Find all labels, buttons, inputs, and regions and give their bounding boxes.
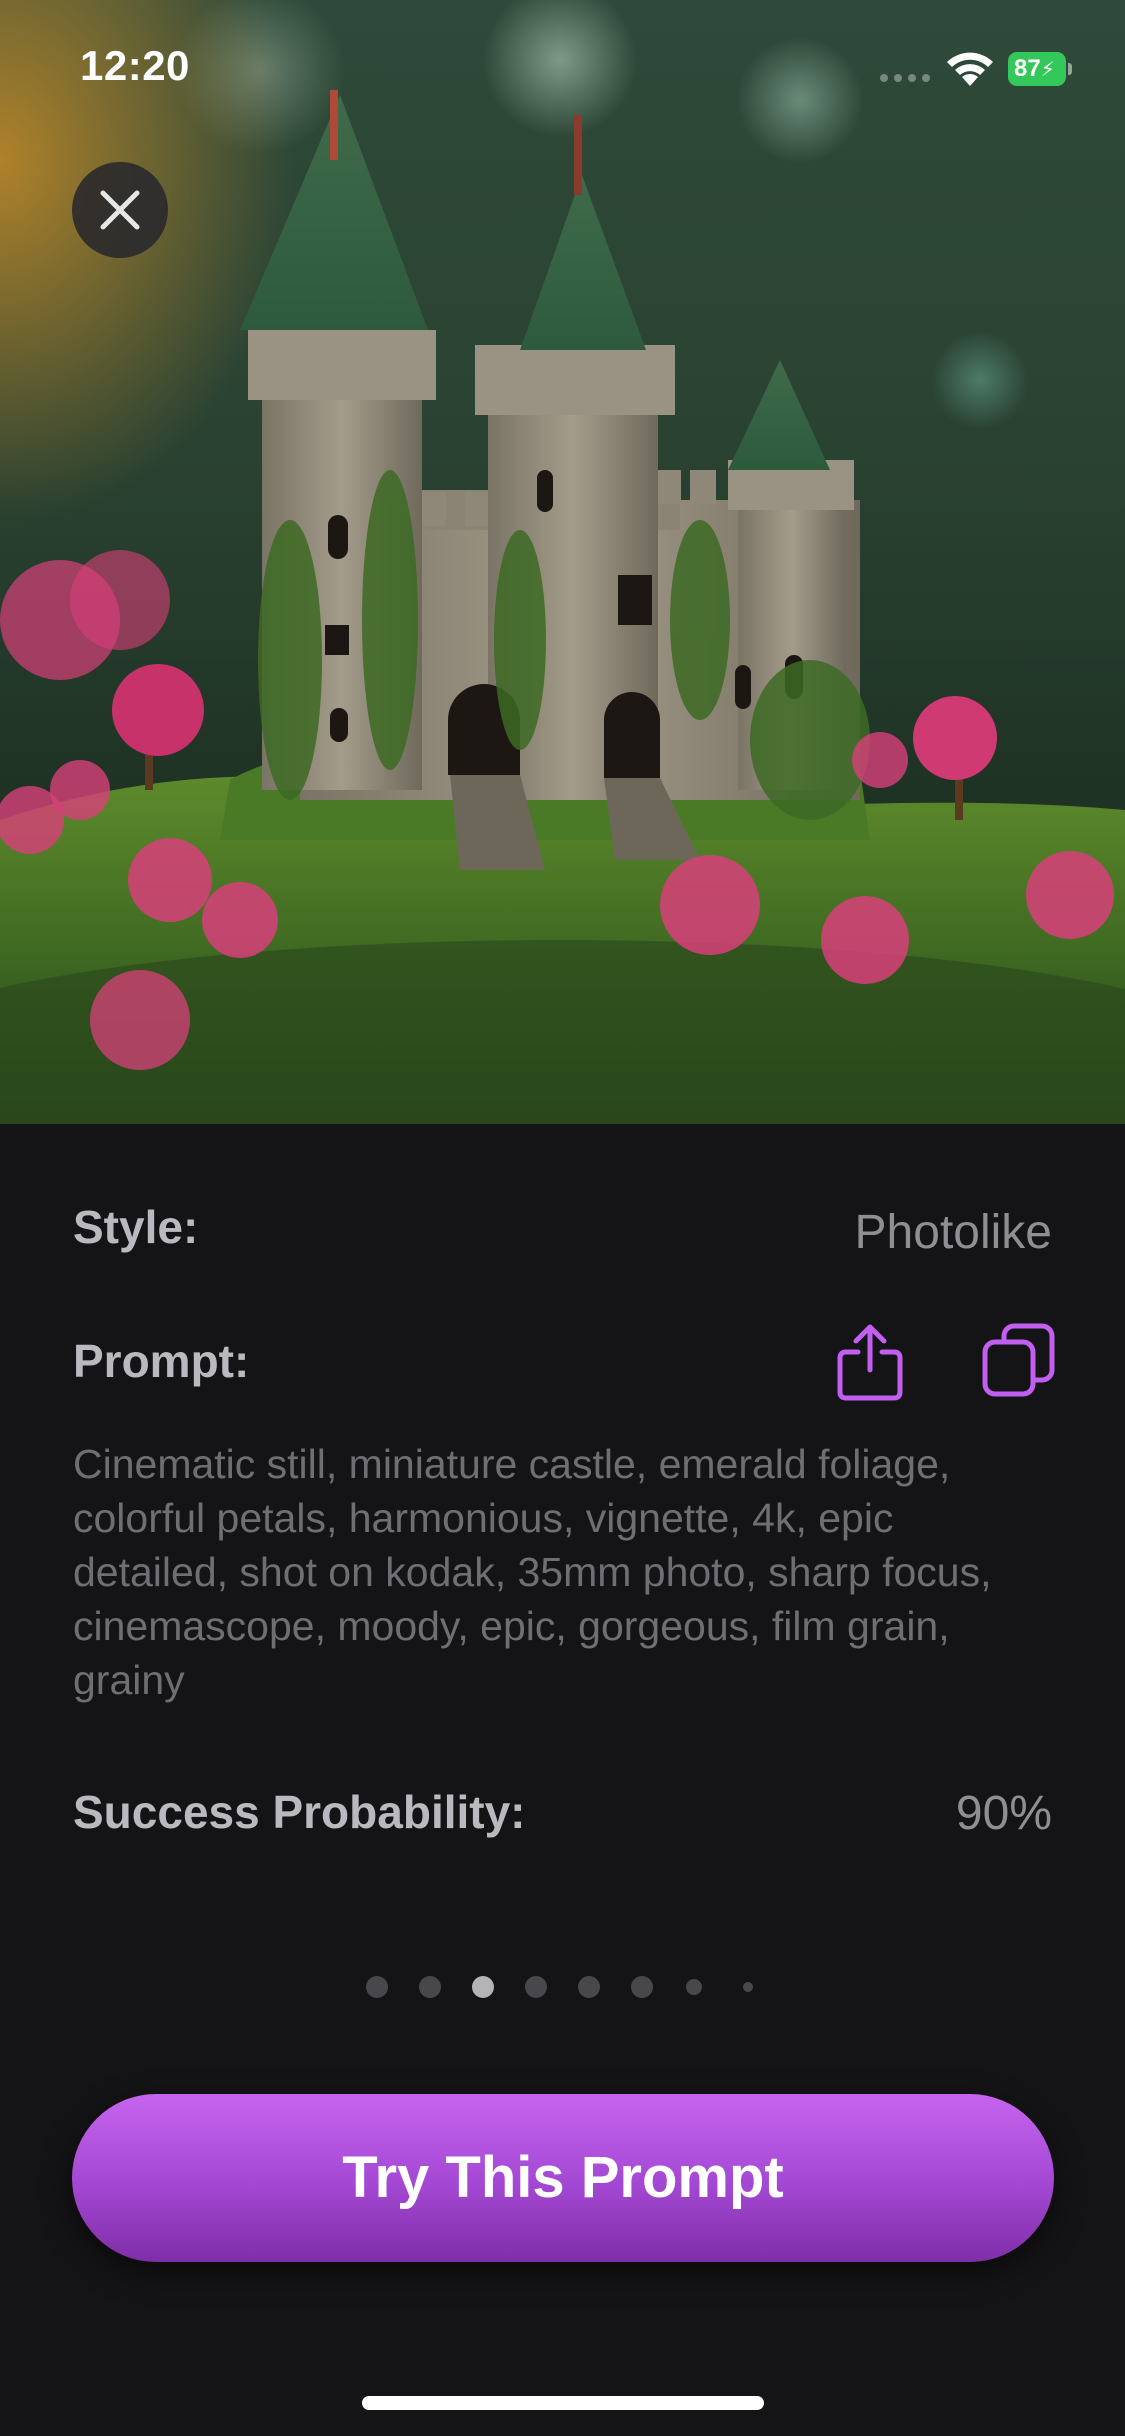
page-dot[interactable] [686, 1979, 702, 1995]
status-bar: 12:20 87⚡ [0, 0, 1125, 140]
success-probability-label: Success Probability: [73, 1786, 526, 1838]
page-dot[interactable] [419, 1976, 441, 1998]
page-indicator[interactable] [0, 1975, 1125, 1999]
page-dot[interactable] [366, 1976, 388, 1998]
try-this-prompt-button[interactable]: Try This Prompt [72, 2094, 1054, 2262]
page-dot[interactable] [578, 1976, 600, 1998]
prompt-text: Cinematic still, miniature castle, emera… [73, 1441, 992, 1703]
share-button[interactable] [834, 1322, 906, 1402]
page-dot-active[interactable] [472, 1976, 494, 1998]
cellular-signal-icon [880, 74, 930, 82]
wifi-icon [947, 52, 993, 86]
copy-button[interactable] [980, 1322, 1056, 1398]
home-indicator[interactable] [362, 2396, 764, 2410]
page-dot[interactable] [743, 1982, 753, 1992]
status-time: 12:20 [80, 42, 190, 89]
style-label: Style: [73, 1201, 199, 1253]
close-button[interactable] [72, 162, 168, 258]
page-dot[interactable] [631, 1976, 653, 1998]
castle-illustration [0, 90, 1125, 1124]
success-probability-value: 90% [955, 1787, 1052, 1840]
close-icon [100, 190, 140, 230]
share-icon [837, 1324, 903, 1401]
battery-level: 87 [1014, 55, 1041, 82]
copy-icon [982, 1323, 1055, 1397]
page-dot[interactable] [525, 1976, 547, 1998]
prompt-label: Prompt: [73, 1335, 250, 1387]
battery-icon: 87⚡ [1008, 52, 1072, 86]
style-value: Photolike [854, 1206, 1052, 1259]
hero-image [0, 0, 1125, 1124]
